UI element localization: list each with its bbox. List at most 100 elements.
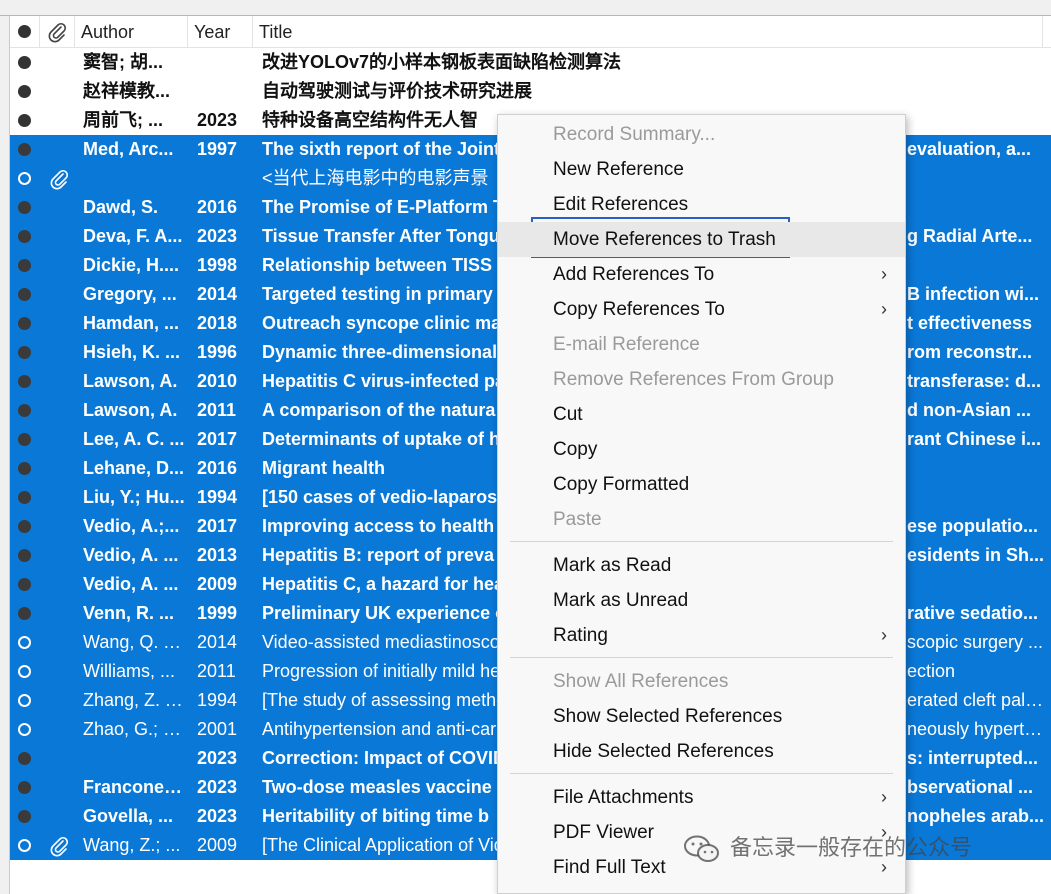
unread-dot-icon[interactable] [18, 520, 31, 533]
unread-dot-icon[interactable] [18, 201, 31, 214]
table-row[interactable]: 窦智; 胡... 改进YOLOv7的小样本钢板表面缺陷检测算法 [10, 48, 1051, 77]
menu-item-mark-as-unread[interactable]: Mark as Unread [498, 583, 905, 618]
title-cell-tail: nopheles arab... [907, 806, 1045, 826]
read-circle-icon[interactable] [18, 723, 31, 736]
column-header-read-status[interactable] [10, 16, 40, 47]
column-header-author[interactable]: Author [75, 16, 188, 47]
column-header-year[interactable]: Year [188, 16, 253, 47]
menu-item-label: Move References to Trash [553, 229, 776, 250]
author-cell: Dickie, H.... [83, 255, 180, 275]
author-cell: Lawson, A. [83, 371, 178, 391]
read-circle-icon[interactable] [18, 839, 31, 852]
title-cell-tail: B infection wi... [907, 284, 1040, 304]
menu-item-rating[interactable]: Rating › [498, 618, 905, 653]
menu-item-show-selected-references[interactable]: Show Selected References [498, 699, 905, 734]
menu-separator [510, 541, 893, 542]
unread-dot-icon[interactable] [18, 404, 31, 417]
unread-dot-icon[interactable] [18, 462, 31, 475]
year-cell: 2013 [197, 545, 238, 565]
chevron-right-icon: › [881, 787, 887, 807]
author-cell: 赵祥模教... [83, 81, 171, 101]
year-cell: 2016 [197, 458, 238, 478]
title-cell-tail: rative sedatio... [907, 603, 1039, 623]
year-cell [197, 164, 252, 193]
year-cell: 2001 [197, 719, 238, 739]
year-cell [197, 77, 252, 106]
watermark-text: 备忘录一般存在的公众号 [730, 835, 973, 860]
unread-dot-icon[interactable] [18, 317, 31, 330]
menu-item-new-reference[interactable]: New Reference [498, 152, 905, 187]
menu-item-remove-references-from-group[interactable]: Remove References From Group [498, 362, 905, 397]
unread-dot-icon[interactable] [18, 491, 31, 504]
read-circle-icon[interactable] [18, 694, 31, 707]
author-cell: 周前飞; ... [83, 110, 163, 130]
author-cell: Lee, A. C. ... [83, 429, 185, 449]
menu-item-label: File Attachments [553, 787, 694, 808]
year-cell: 2023 [197, 806, 238, 826]
title-cell-tail: ese populatio... [907, 516, 1039, 536]
unread-dot-icon[interactable] [18, 433, 31, 446]
unread-dot-icon[interactable] [18, 607, 31, 620]
menu-item-add-references-to[interactable]: Add References To › [498, 257, 905, 292]
menu-item-record-summary[interactable]: Record Summary... [498, 117, 905, 152]
title-cell-tail: bservational ... [907, 777, 1034, 797]
read-circle-icon[interactable] [18, 636, 31, 649]
menu-item-copy-formatted[interactable]: Copy Formatted [498, 467, 905, 502]
menu-item-e-mail-reference[interactable]: E-mail Reference [498, 327, 905, 362]
menu-item-copy-references-to[interactable]: Copy References To › [498, 292, 905, 327]
author-cell: Williams, ... [83, 661, 175, 681]
unread-dot-icon[interactable] [18, 288, 31, 301]
unread-dot-icon[interactable] [18, 346, 31, 359]
title-cell-tail: evaluation, a... [907, 139, 1032, 159]
unread-dot-icon[interactable] [18, 752, 31, 765]
menu-item-paste[interactable]: Paste [498, 502, 905, 537]
menu-item-show-all-references[interactable]: Show All References [498, 664, 905, 699]
author-cell: Lehane, D... [83, 458, 185, 478]
unread-dot-icon[interactable] [18, 259, 31, 272]
unread-dot-icon[interactable] [18, 549, 31, 562]
menu-item-label: Edit References [553, 194, 689, 215]
unread-dot-icon[interactable] [18, 810, 31, 823]
unread-dot-icon[interactable] [18, 230, 31, 243]
unread-dot-icon[interactable] [18, 56, 31, 69]
year-cell: 2023 [197, 110, 238, 130]
menu-item-copy[interactable]: Copy [498, 432, 905, 467]
read-circle-icon[interactable] [18, 172, 31, 185]
menu-item-file-attachments[interactable]: File Attachments › [498, 780, 905, 815]
menu-item-label: Copy Formatted [553, 474, 690, 495]
author-cell: Wang, Z.; ... [83, 835, 181, 855]
menu-item-hide-selected-references[interactable]: Hide Selected References [498, 734, 905, 769]
year-cell: 2009 [197, 574, 238, 594]
year-cell: 2011 [197, 661, 236, 681]
unread-dot-icon[interactable] [18, 85, 31, 98]
column-header-attachment[interactable] [40, 16, 75, 47]
menu-item-label: New Reference [553, 159, 684, 180]
unread-dot-icon[interactable] [18, 578, 31, 591]
table-row[interactable]: 赵祥模教... 自动驾驶测试与评价技术研究进展 [10, 77, 1051, 106]
menu-item-move-references-to-trash[interactable]: Move References to Trash [498, 222, 905, 257]
menu-item-label: Mark as Read [553, 555, 672, 576]
author-cell: Hamdan, ... [83, 313, 180, 333]
unread-dot-icon[interactable] [18, 143, 31, 156]
unread-dot-icon[interactable] [18, 375, 31, 388]
wechat-icon [684, 835, 719, 863]
menu-separator [510, 657, 893, 658]
year-cell: 1998 [197, 255, 238, 275]
author-cell: Hsieh, K. ... [83, 342, 181, 362]
menu-item-label: Remove References From Group [553, 369, 834, 390]
read-circle-icon[interactable] [18, 665, 31, 678]
year-cell [197, 48, 252, 77]
year-cell: 1999 [197, 603, 238, 623]
menu-item-label: Copy References To [553, 299, 725, 320]
menu-item-mark-as-read[interactable]: Mark as Read [498, 548, 905, 583]
title-cell-tail: rom reconstr... [907, 342, 1033, 362]
column-header-bar: Author Year Title [10, 16, 1051, 48]
menu-item-cut[interactable]: Cut [498, 397, 905, 432]
year-cell: 1994 [197, 690, 238, 710]
paperclip-icon [48, 22, 67, 43]
unread-dot-icon[interactable] [18, 781, 31, 794]
menu-item-edit-references[interactable]: Edit References [498, 187, 905, 222]
column-header-title[interactable]: Title [253, 16, 1043, 47]
year-cell: 2009 [197, 835, 238, 855]
unread-dot-icon[interactable] [18, 114, 31, 127]
